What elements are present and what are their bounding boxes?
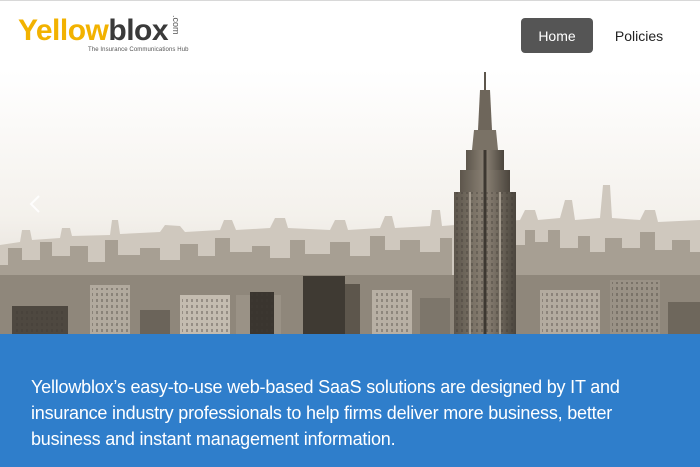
logo-dark-text: blox xyxy=(108,14,169,47)
nav-policies-link[interactable]: Policies xyxy=(605,18,673,53)
logo-wordmark: Yellowblox xyxy=(18,13,169,49)
city-skyline-image xyxy=(0,70,700,334)
chevron-left-icon[interactable] xyxy=(28,194,42,214)
yellowblox-logo[interactable]: Yellowblox .com The Insurance Communicat… xyxy=(18,11,198,59)
intro-text: Yellowblox’s easy-to-use web-based SaaS … xyxy=(31,377,620,449)
nav-home-button[interactable]: Home xyxy=(521,18,593,53)
logo-com-text: .com xyxy=(171,15,181,35)
intro-banner: Yellowblox’s easy-to-use web-based SaaS … xyxy=(0,334,700,467)
site-header: Yellowblox .com The Insurance Communicat… xyxy=(0,0,700,70)
logo-tagline: The Insurance Communications Hub xyxy=(88,47,189,53)
hero-slider xyxy=(0,70,700,334)
logo-yellow-text: Yellow xyxy=(18,14,109,47)
